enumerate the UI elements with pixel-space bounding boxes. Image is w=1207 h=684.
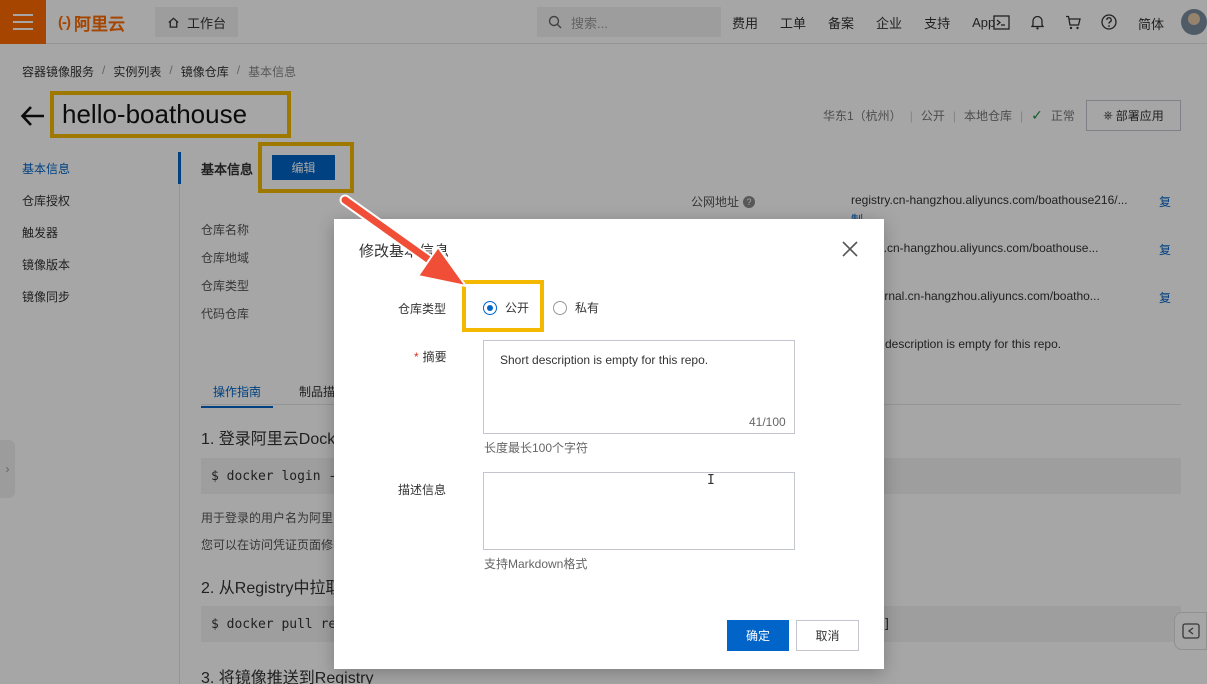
summary-text: Short description is empty for this repo… (500, 353, 708, 367)
close-icon[interactable] (841, 240, 859, 258)
radio-public[interactable]: 公开 (483, 299, 529, 316)
radio-private[interactable]: 私有 (553, 299, 599, 316)
type-label: 仓库类型 (398, 300, 446, 317)
dialog-title: 修改基本信息 (359, 240, 449, 261)
radio-public-label: 公开 (505, 299, 529, 316)
radio-dot[interactable] (553, 301, 567, 315)
radio-private-label: 私有 (575, 299, 599, 316)
description-hint: 支持Markdown格式 (484, 555, 587, 572)
cancel-button[interactable]: 取消 (796, 620, 859, 651)
summary-counter: 41/100 (749, 415, 786, 429)
summary-label: * 摘要 (414, 348, 447, 365)
summary-label-text: 摘要 (423, 350, 447, 364)
summary-hint: 长度最长100个字符 (484, 439, 588, 456)
required-mark: * (414, 350, 419, 364)
radio-dot-selected[interactable] (483, 301, 497, 315)
edit-basic-info-dialog: 修改基本信息 仓库类型 公开 私有 * 摘要 Short description … (334, 219, 884, 669)
description-textarea[interactable] (483, 472, 795, 550)
confirm-button[interactable]: 确定 (727, 620, 789, 651)
description-label: 描述信息 (398, 481, 446, 498)
text-cursor-icon: I (707, 473, 715, 488)
